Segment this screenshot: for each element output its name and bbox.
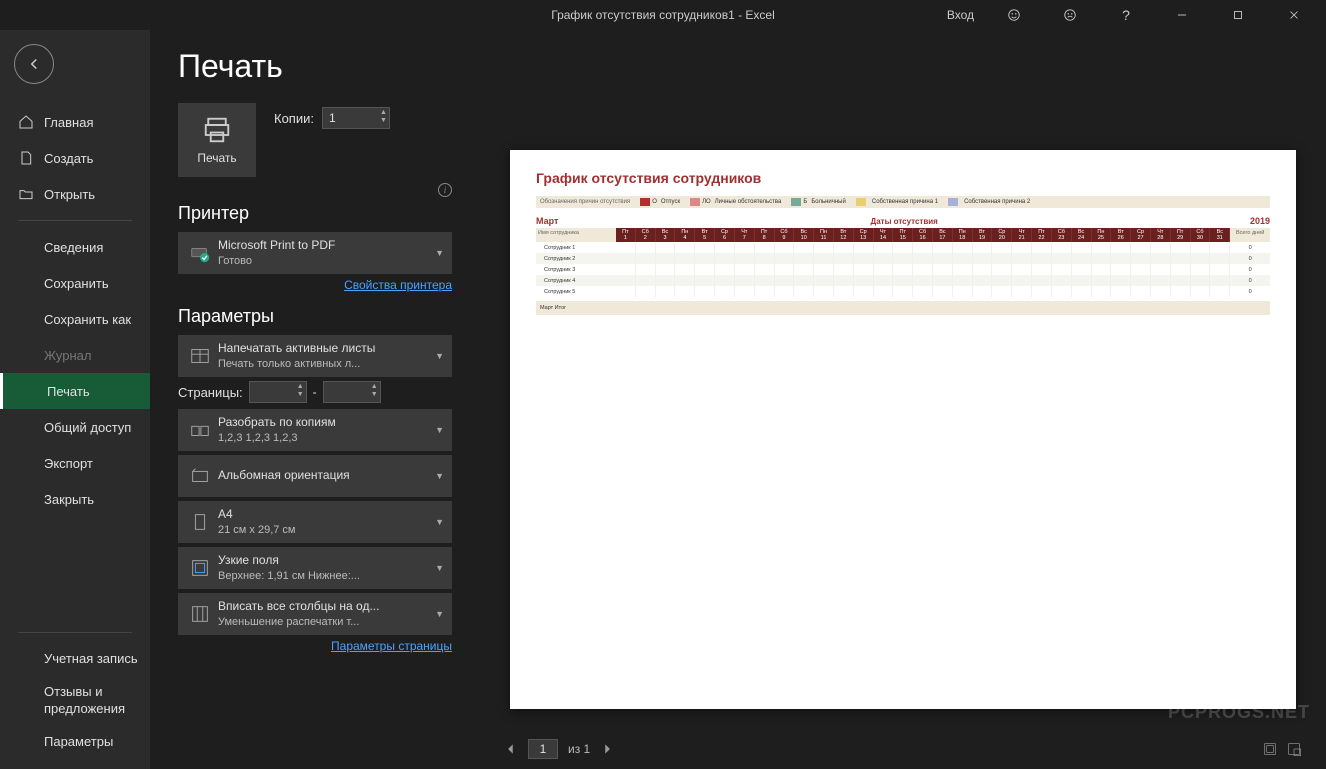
employee-row: Сотрудник 30 [536,264,1270,275]
nav-account[interactable]: Учетная запись [0,643,150,676]
printer-status-icon [186,242,214,264]
nav-close[interactable]: Закрыть [0,481,150,517]
separator [18,632,132,633]
nav-print[interactable]: Печать [0,373,150,409]
backstage-sidebar: Главная Создать Открыть Сведения Сохрани… [0,30,150,769]
year-label: 2019 [1250,216,1270,226]
margins-icon [186,557,214,579]
nav-options[interactable]: Параметры [0,726,150,759]
printer-section-title: Принтер [178,203,452,224]
home-icon [18,114,34,130]
nav-feedback[interactable]: Отзывы и предложения [0,676,150,726]
legend-item: Собственная причина 1 [856,198,938,206]
next-page-button[interactable] [600,742,614,756]
legend-item: ЛОЛичные обстоятельства [690,198,781,206]
fit-columns-icon [186,603,214,625]
zoom-to-page-button[interactable] [1286,741,1302,757]
doc-title: График отсутствия сотрудников [536,170,1270,186]
copies-label: Копии: [274,111,314,126]
happy-face-icon[interactable] [994,0,1034,30]
pages-from-input[interactable]: ▲▼ [249,381,307,403]
pages-label: Страницы: [178,385,243,400]
employee-row: Сотрудник 50 [536,286,1270,297]
page-icon [186,511,214,533]
file-icon [18,150,34,166]
preview-page: График отсутствия сотрудников Обозначени… [510,150,1296,709]
legend: Обозначения причин отсутствия ООтпускЛОЛ… [536,196,1270,208]
window-title: График отсутствия сотрудников1 - Excel [551,8,775,22]
login-link[interactable]: Вход [947,8,974,22]
employee-row: Сотрудник 20 [536,253,1270,264]
orientation-dropdown[interactable]: Альбомная ориентация ▼ [178,455,452,497]
sad-face-icon[interactable] [1050,0,1090,30]
legend-item: Собственная причина 2 [948,198,1030,206]
titlebar-controls: Вход ? [947,0,1326,30]
printer-dropdown[interactable]: Microsoft Print to PDF Готово ▼ [178,232,452,274]
nav-share[interactable]: Общий доступ [0,409,150,445]
nav-save[interactable]: Сохранить [0,265,150,301]
page-navigation: из 1 [500,729,1306,769]
help-icon[interactable]: ? [1106,0,1146,30]
employee-row: Сотрудник 40 [536,275,1270,286]
paper-dropdown[interactable]: A4 21 см x 29,7 см ▼ [178,501,452,543]
separator [18,220,132,221]
watermark: PCPROGS.NET [1168,702,1310,723]
collate-dropdown[interactable]: Разобрать по копиям 1,2,3 1,2,3 1,2,3 ▼ [178,409,452,451]
legend-item: ББольничный [791,198,845,206]
legend-item: ООтпуск [640,198,680,206]
prev-page-button[interactable] [504,742,518,756]
landscape-icon [186,465,214,487]
month-label: Март [536,216,558,226]
copies-input[interactable]: 1 ▲▼ [322,107,390,129]
params-section-title: Параметры [178,306,452,327]
chevron-down-icon: ▼ [435,425,444,435]
chevron-down-icon: ▼ [435,609,444,619]
nav-create[interactable]: Создать [0,140,150,176]
chevron-down-icon: ▼ [435,248,444,258]
nav-open[interactable]: Открыть [0,176,150,212]
printer-icon [202,115,232,145]
collate-icon [186,419,214,441]
close-button[interactable] [1274,0,1314,30]
titlebar: График отсутствия сотрудников1 - Excel В… [0,0,1326,30]
nav-history: Журнал [0,337,150,373]
pages-to-input[interactable]: ▲▼ [323,381,381,403]
maximize-button[interactable] [1218,0,1258,30]
print-preview-area: График отсутствия сотрудников Обозначени… [480,30,1326,769]
page-of-label: из 1 [568,742,590,756]
page-title: Печать [178,48,452,85]
print-what-dropdown[interactable]: Напечатать активные листы Печать только … [178,335,452,377]
back-button[interactable] [14,44,54,84]
nav-info[interactable]: Сведения [0,229,150,265]
printer-properties-link[interactable]: Свойства принтера [178,278,452,292]
page-number-input[interactable] [528,739,558,759]
sheets-icon [186,345,214,367]
minimize-button[interactable] [1162,0,1202,30]
margins-dropdown[interactable]: Узкие поля Верхнее: 1,91 см Нижнее:... ▼ [178,547,452,589]
chevron-down-icon: ▼ [435,563,444,573]
chevron-down-icon: ▼ [435,517,444,527]
folder-open-icon [18,186,34,202]
spinner-arrows[interactable]: ▲▼ [380,109,387,125]
nav-home[interactable]: Главная [0,104,150,140]
nav-save-as[interactable]: Сохранить как [0,301,150,337]
employee-row: Сотрудник 10 [536,242,1270,253]
scaling-dropdown[interactable]: Вписать все столбцы на од... Уменьшение … [178,593,452,635]
info-icon[interactable]: i [438,183,452,197]
summary-row: Март Итог [536,301,1270,315]
chevron-down-icon: ▼ [435,351,444,361]
dates-label: Даты отсутствия [871,217,938,226]
nav-export[interactable]: Экспорт [0,445,150,481]
page-setup-link[interactable]: Параметры страницы [178,639,452,653]
chevron-down-icon: ▼ [435,471,444,481]
show-margins-button[interactable] [1262,741,1278,757]
print-settings: Печать Печать Копии: 1 ▲▼ Принтер i [150,30,480,769]
print-button[interactable]: Печать [178,103,256,177]
